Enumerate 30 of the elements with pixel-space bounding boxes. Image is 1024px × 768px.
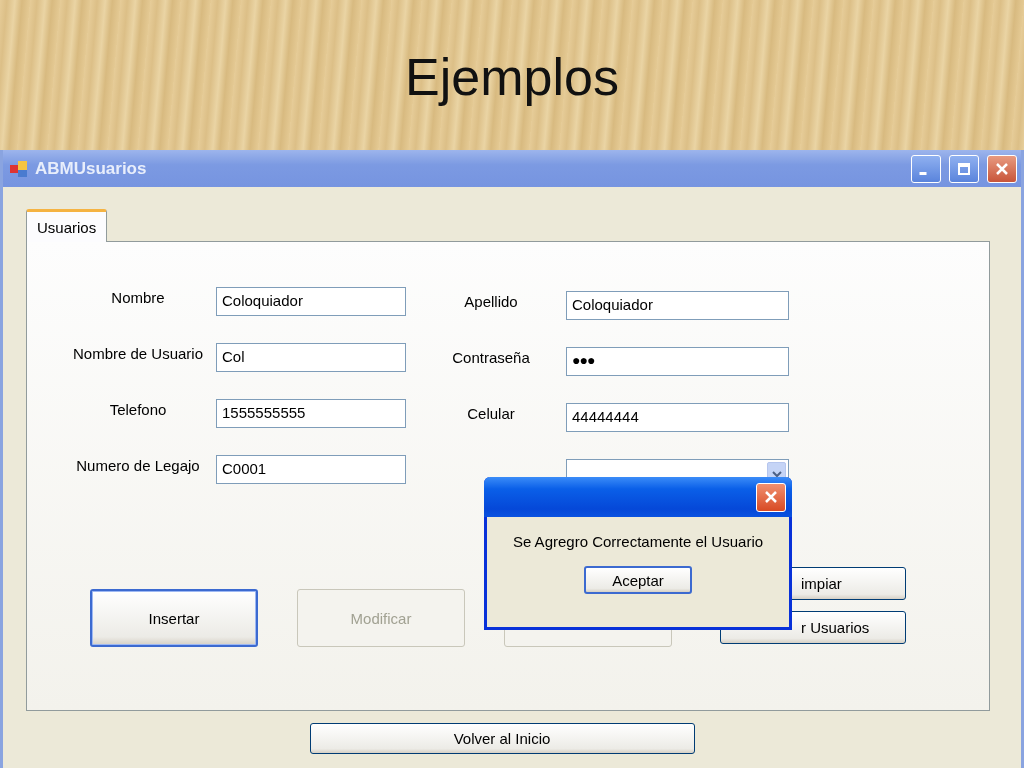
field-label: Numero de Legajo	[76, 457, 200, 474]
tab[interactable]: Usuarios	[26, 209, 108, 242]
minimize-icon	[919, 172, 927, 175]
close-icon	[995, 161, 1009, 176]
field-label: Apellido	[464, 293, 518, 310]
back-to-start-button[interactable]: Volver al Inicio	[309, 723, 695, 754]
close-button[interactable]	[987, 154, 1017, 183]
input-field[interactable]: Coloquiador	[216, 287, 406, 316]
password-field[interactable]: ●●●	[566, 347, 789, 376]
field-label: Telefono	[109, 401, 167, 418]
close-icon	[763, 489, 779, 505]
accept-button[interactable]: Aceptar	[584, 566, 692, 594]
input-field[interactable]: C0001	[216, 455, 406, 484]
input-field[interactable]: Col	[216, 343, 406, 372]
window-title: ABMUsuarios	[35, 158, 147, 179]
field-label: Nombre de Usuario	[72, 345, 204, 362]
close-button[interactable]	[756, 482, 786, 512]
dialog-message: Se Agregro Correctamente el Usuario	[512, 533, 764, 550]
app-icon	[9, 158, 29, 179]
maximize-icon	[957, 161, 971, 176]
field-label: Nombre	[111, 289, 165, 306]
input-field[interactable]: 44444444	[566, 403, 789, 432]
field-label: Contraseña	[452, 349, 530, 366]
field-label: Celular	[467, 405, 515, 422]
input-field[interactable]: 1555555555	[216, 399, 406, 428]
minimize-button[interactable]	[911, 154, 941, 183]
button[interactable]: Insertar	[90, 589, 258, 647]
slide-title: Ejemplos	[405, 47, 619, 107]
input-field[interactable]: Coloquiador	[566, 291, 789, 320]
maximize-button[interactable]	[949, 154, 979, 183]
